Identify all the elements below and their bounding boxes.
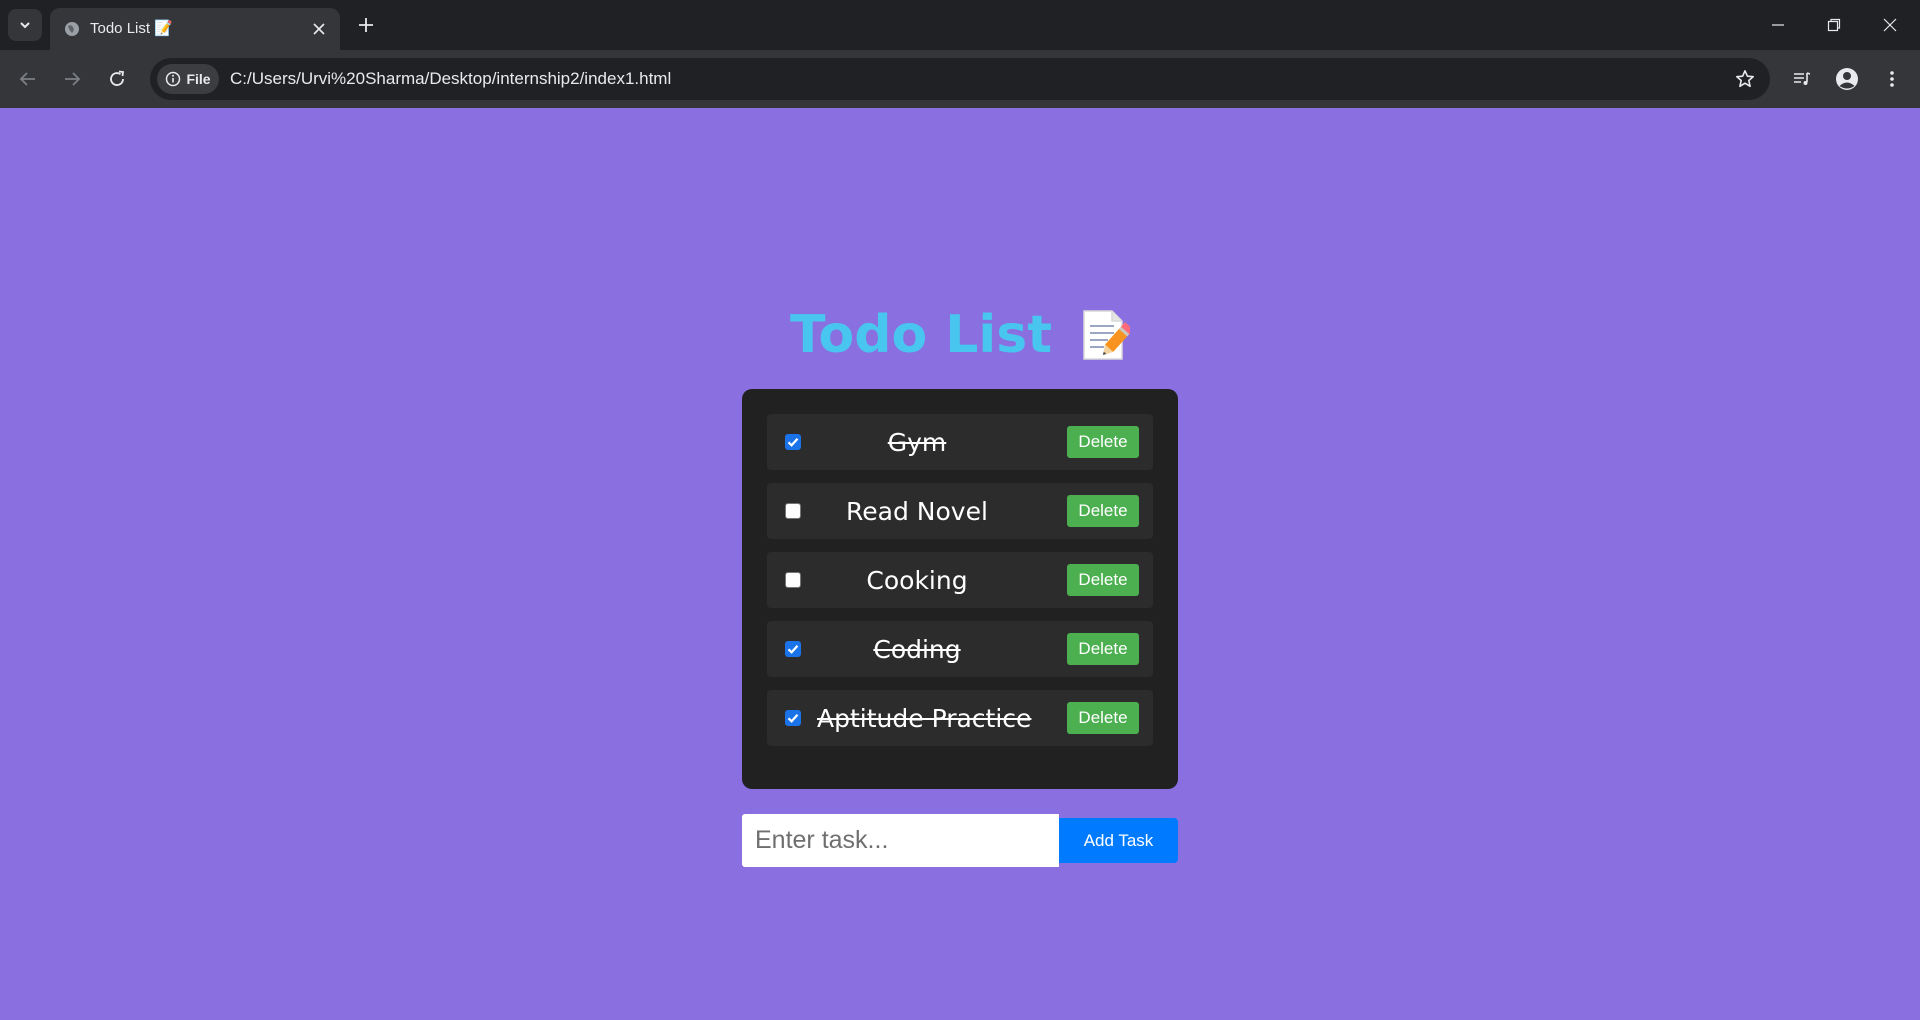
todo-text: Read Novel — [846, 497, 988, 526]
arrow-left-icon — [19, 72, 35, 86]
tab-strip: Todo List 📝 — [0, 0, 1920, 50]
media-queue-icon — [1794, 72, 1811, 85]
tab-search-button[interactable] — [8, 9, 42, 41]
todo-text: Gym — [887, 428, 947, 457]
task-input[interactable] — [742, 814, 1059, 867]
reload-button[interactable] — [101, 63, 133, 95]
todo-list-panel: Gym Delete Read Novel Delete Cooking Delete Co… — [742, 389, 1178, 789]
todo-text: Cooking — [866, 566, 968, 595]
new-tab-button[interactable] — [353, 12, 379, 38]
star-icon — [1736, 70, 1754, 88]
close-icon — [1883, 18, 1897, 32]
delete-button[interactable]: Delete — [1067, 564, 1139, 596]
todo-checkbox[interactable] — [785, 572, 801, 588]
menu-button[interactable] — [1876, 63, 1908, 95]
todo-item: Gym Delete — [767, 414, 1153, 470]
restore-icon — [1827, 18, 1841, 32]
globe-icon — [65, 22, 79, 36]
checkmark-icon — [787, 714, 799, 723]
title-row: Todo List — [0, 300, 1920, 370]
delete-button[interactable]: Delete — [1067, 495, 1139, 527]
address-bar[interactable]: File C:/Users/Urvi%20Sharma/Desktop/inte… — [150, 58, 1770, 100]
info-icon — [166, 71, 181, 87]
todo-text: Aptitude Practice — [817, 704, 1032, 733]
todo-checkbox[interactable] — [785, 641, 801, 657]
delete-button[interactable]: Delete — [1067, 426, 1139, 458]
todo-item: Read Novel Delete — [767, 483, 1153, 539]
todo-item: Aptitude Practice Delete — [767, 690, 1153, 746]
todo-text: Coding — [873, 635, 961, 664]
close-icon — [313, 23, 325, 35]
forward-button[interactable] — [56, 63, 88, 95]
delete-button[interactable]: Delete — [1067, 633, 1139, 665]
page-title: Todo List — [789, 305, 1053, 365]
chevron-down-icon — [20, 22, 30, 29]
todo-item: Cooking Delete — [767, 552, 1153, 608]
minimize-button[interactable] — [1750, 0, 1806, 50]
browser-toolbar: File C:/Users/Urvi%20Sharma/Desktop/inte… — [0, 50, 1920, 108]
url-text: C:/Users/Urvi%20Sharma/Desktop/internshi… — [230, 69, 672, 88]
todo-checkbox[interactable] — [785, 503, 801, 519]
plus-icon — [359, 18, 373, 32]
todo-checkbox[interactable] — [785, 710, 801, 726]
site-info-chip[interactable]: File — [157, 64, 219, 94]
close-window-button[interactable] — [1862, 0, 1918, 50]
tab-close-button[interactable] — [310, 20, 328, 38]
site-chip-label: File — [186, 71, 211, 87]
tab-title: Todo List 📝 — [90, 20, 173, 37]
todo-checkbox[interactable] — [785, 434, 801, 450]
checkmark-icon — [787, 645, 799, 654]
minimize-icon — [1772, 24, 1784, 26]
page-content: Todo List Gym Delete Read Novel Delete Cooki… — [0, 108, 1920, 1020]
add-task-button[interactable]: Add Task — [1059, 818, 1178, 863]
reload-icon — [110, 70, 125, 86]
profile-button[interactable] — [1831, 63, 1863, 95]
browser-tab[interactable]: Todo List 📝 — [50, 8, 340, 50]
delete-button[interactable]: Delete — [1067, 702, 1139, 734]
todo-item: Coding Delete — [767, 621, 1153, 677]
kebab-menu-icon — [1890, 71, 1894, 87]
avatar-icon — [1836, 68, 1858, 90]
bookmark-button[interactable] — [1734, 68, 1756, 90]
arrow-right-icon — [65, 72, 81, 86]
media-controls-button[interactable] — [1786, 63, 1818, 95]
memo-icon — [1083, 310, 1131, 360]
restore-button[interactable] — [1806, 0, 1862, 50]
checkmark-icon — [787, 438, 799, 447]
back-button[interactable] — [12, 63, 44, 95]
